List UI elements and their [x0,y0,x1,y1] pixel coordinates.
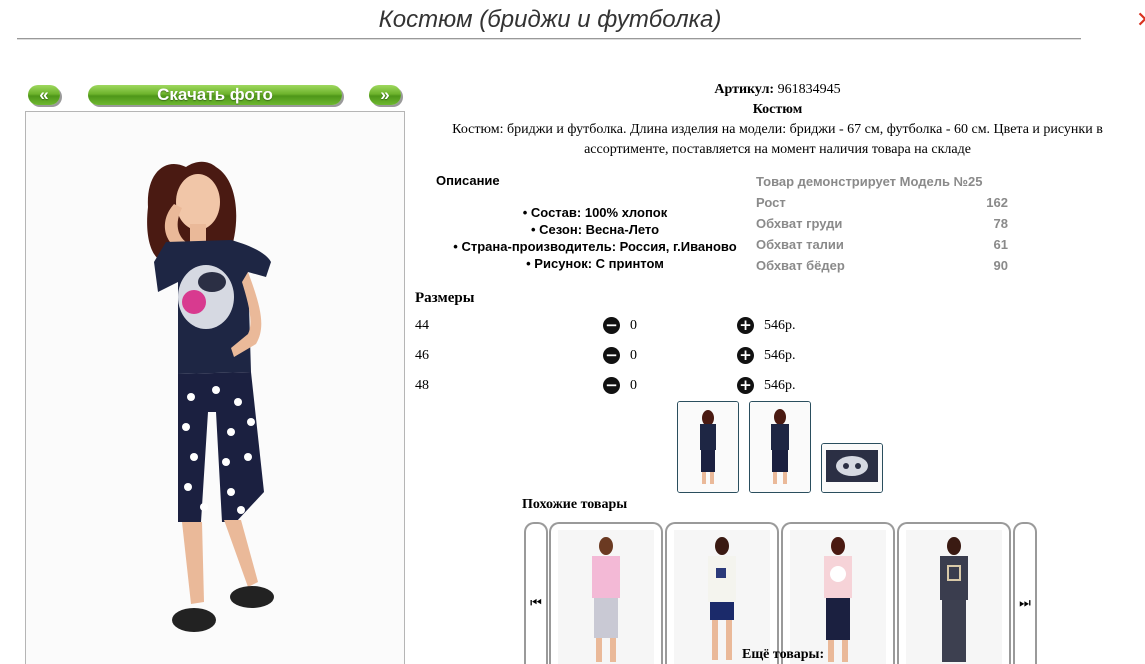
increase-quantity-icon[interactable]: + [737,377,754,394]
increase-quantity-icon[interactable]: + [737,317,754,334]
size-row: 46 − 0 + 546р. [415,346,835,366]
article-value: 961834945 [777,82,841,97]
sizes-title: Размеры [415,290,475,306]
model-row: Рост 162 [756,195,1008,210]
article-line: Артикул: 961834945 [410,80,1145,100]
quantity-value: 0 [630,318,637,333]
decrease-quantity-icon[interactable]: − [603,317,620,334]
title-divider [17,38,1081,39]
quantity-value: 0 [630,348,637,363]
model-row: Обхват груди 78 [756,216,1008,231]
skip-back-icon: ⏮ [530,596,542,611]
model-row: Товар демонстрирует Модель №25 [756,174,983,189]
similar-product-image [790,530,886,664]
similar-products-title: Похожие товары [522,497,628,512]
description-title: Описание [436,173,500,188]
skip-forward-icon: ⏭ [1019,596,1031,611]
feature-item: • Рисунок: С принтом [526,256,664,271]
model-photo-illustration [26,112,404,664]
feature-item: • Состав: 100% хлопок [522,205,668,220]
increase-quantity-icon[interactable]: + [737,347,754,364]
product-info: Артикул: 961834945 Костюм Костюм: бриджи… [410,80,1145,160]
size-label: 44 [415,318,429,333]
similar-product-card[interactable] [781,522,895,664]
carousel-next-button[interactable]: ⏭ [1013,522,1037,664]
size-label: 46 [415,348,429,363]
thumbnail-image [678,402,738,492]
model-measurements: Товар демонстрирует Модель №25 Рост 162 … [756,171,1008,276]
similar-product-image [674,530,770,664]
size-row: 44 − 0 + 546р. [415,316,835,336]
quantity-value: 0 [630,378,637,393]
bullet: • [526,256,531,271]
size-label: 48 [415,378,429,393]
similar-product-image [906,530,1002,664]
article-label: Артикул: [714,82,775,97]
product-description: Костюм: бриджи и футболка. Длина изделия… [452,122,1103,157]
thumbnail-image [822,444,882,492]
feature-item: • Сезон: Весна-Лето [530,222,660,237]
similar-product-card[interactable] [897,522,1011,664]
bullet: • [530,222,536,237]
main-product-photo [25,111,405,664]
prev-photo-button[interactable]: « [28,85,60,105]
thumbnail-image [750,402,810,492]
download-photo-button[interactable]: Скачать фото [88,85,342,105]
photo-thumbnail[interactable] [749,401,811,493]
decrease-quantity-icon[interactable]: − [603,347,620,364]
bullet: • [453,239,458,254]
model-row: Обхват талии 61 [756,237,1008,252]
product-name: Костюм [752,102,803,117]
features-list: • Состав: 100% хлопок • Сезон: Весна-Лет… [425,204,765,272]
photo-thumbnail[interactable] [677,401,739,493]
decrease-quantity-icon[interactable]: − [603,377,620,394]
size-row: 48 − 0 + 546р. [415,376,835,396]
next-photo-button[interactable]: » [369,85,401,105]
model-row: Обхват бёдер 90 [756,258,1008,273]
feature-item: • Страна-производитель: Россия, г.Иванов… [453,239,737,254]
similar-product-card[interactable] [549,522,663,664]
page-title: Костюм (бриджи и футболка) [378,6,722,33]
more-products-title: Ещё товары: [742,647,825,662]
bullet: • [522,205,528,220]
close-icon[interactable]: ✕ [1136,10,1145,32]
price-value: 546р. [764,318,796,333]
carousel-prev-button[interactable]: ⏮ [524,522,548,664]
price-value: 546р. [764,348,796,363]
similar-product-image [558,530,654,664]
price-value: 546р. [764,378,796,393]
similar-product-card[interactable] [665,522,779,664]
photo-thumbnail[interactable] [821,443,883,493]
